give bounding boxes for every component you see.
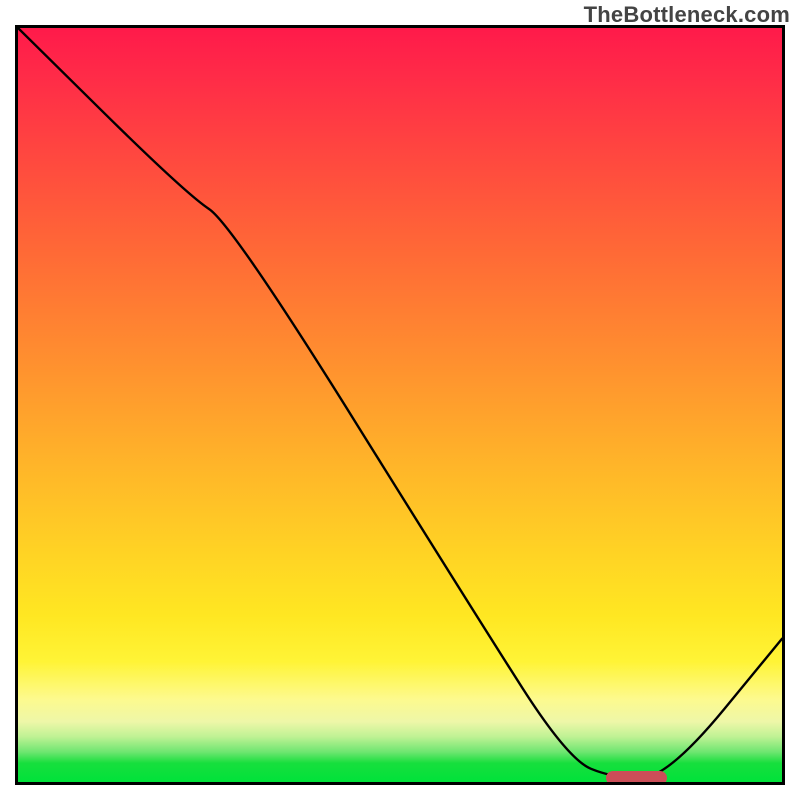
plot-area bbox=[15, 25, 785, 785]
curve-path bbox=[18, 28, 782, 778]
bottleneck-curve bbox=[18, 28, 782, 782]
chart-frame: TheBottleneck.com bbox=[0, 0, 800, 800]
optimal-range-marker bbox=[606, 771, 667, 785]
